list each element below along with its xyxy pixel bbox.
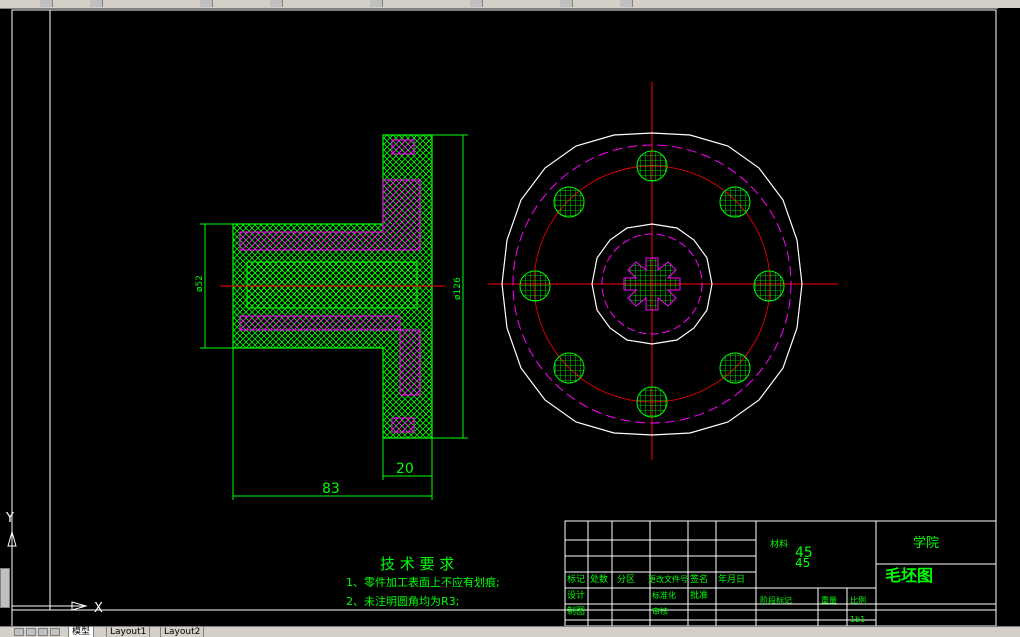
svg-text:83: 83 — [322, 481, 340, 497]
svg-text:处数: 处数 — [590, 573, 608, 585]
side-section-view: ø52 ø126 20 83 — [195, 134, 468, 500]
properties-palette[interactable] — [0, 568, 10, 608]
dimension-width-flange: 20 — [382, 438, 433, 500]
svg-text:20: 20 — [396, 461, 414, 477]
cad-drawing-canvas[interactable]: ø52 ø126 20 83 Y X 技 术 要 求 1、零件加工表面上不应有划… — [0, 8, 1020, 626]
title-block-text: 材料 45 45 学院 毛坯图 标记 处数 分区 更改文件号 签名 年月日 设计… — [567, 535, 939, 624]
svg-text:ø126: ø126 — [453, 277, 463, 300]
ucs-icon: Y X — [5, 511, 103, 616]
svg-text:毛坯图: 毛坯图 — [885, 566, 933, 585]
tab-prev-button[interactable] — [26, 628, 36, 636]
svg-text:制图: 制图 — [567, 605, 585, 617]
svg-text:阶段标记: 阶段标记 — [760, 595, 792, 605]
tech-req-line1: 1、零件加工表面上不应有划痕; — [346, 575, 500, 589]
front-view — [488, 82, 838, 460]
toolbar-button[interactable] — [370, 0, 383, 7]
svg-text:标准化: 标准化 — [652, 590, 676, 600]
svg-text:ø52: ø52 — [195, 275, 205, 292]
svg-text:签名: 签名 — [690, 573, 708, 585]
svg-text:标记: 标记 — [567, 573, 585, 585]
toolbar-button[interactable] — [270, 0, 283, 7]
tech-req-title: 技 术 要 求 — [380, 555, 454, 573]
svg-text:分区: 分区 — [617, 574, 635, 585]
svg-text:设计: 设计 — [567, 589, 585, 601]
svg-text:1b1: 1b1 — [850, 615, 865, 624]
svg-text:材料: 材料 — [770, 538, 788, 550]
svg-text:45: 45 — [795, 556, 810, 570]
toolbar-button[interactable] — [560, 0, 573, 7]
layout-tab-bar: 模型 Layout1 Layout2 — [0, 626, 1020, 637]
technical-requirements: 技 术 要 求 1、零件加工表面上不应有划痕; 2、未注明圆角均为R3; — [346, 555, 500, 608]
tab-next-button[interactable] — [38, 628, 48, 636]
svg-text:批准: 批准 — [690, 589, 708, 601]
toolbar-button[interactable] — [90, 0, 103, 7]
svg-text:审核: 审核 — [652, 606, 668, 616]
tech-req-line2: 2、未注明圆角均为R3; — [346, 594, 459, 608]
svg-text:重量: 重量 — [821, 595, 837, 605]
toolbar-button[interactable] — [620, 0, 633, 7]
svg-text:比例: 比例 — [850, 595, 866, 605]
vertical-scrollbar[interactable] — [998, 8, 1020, 628]
svg-text:年月日: 年月日 — [718, 573, 745, 585]
svg-text:X: X — [94, 601, 103, 616]
toolbar-button[interactable] — [40, 0, 53, 7]
tab-first-button[interactable] — [14, 628, 24, 636]
svg-text:更改文件号: 更改文件号 — [648, 574, 688, 584]
toolbar-button[interactable] — [470, 0, 483, 7]
svg-text:Y: Y — [5, 511, 14, 526]
tab-last-button[interactable] — [50, 628, 60, 636]
drawing-border — [11, 9, 997, 626]
svg-text:学院: 学院 — [913, 535, 939, 551]
toolbar-button[interactable] — [200, 0, 213, 7]
